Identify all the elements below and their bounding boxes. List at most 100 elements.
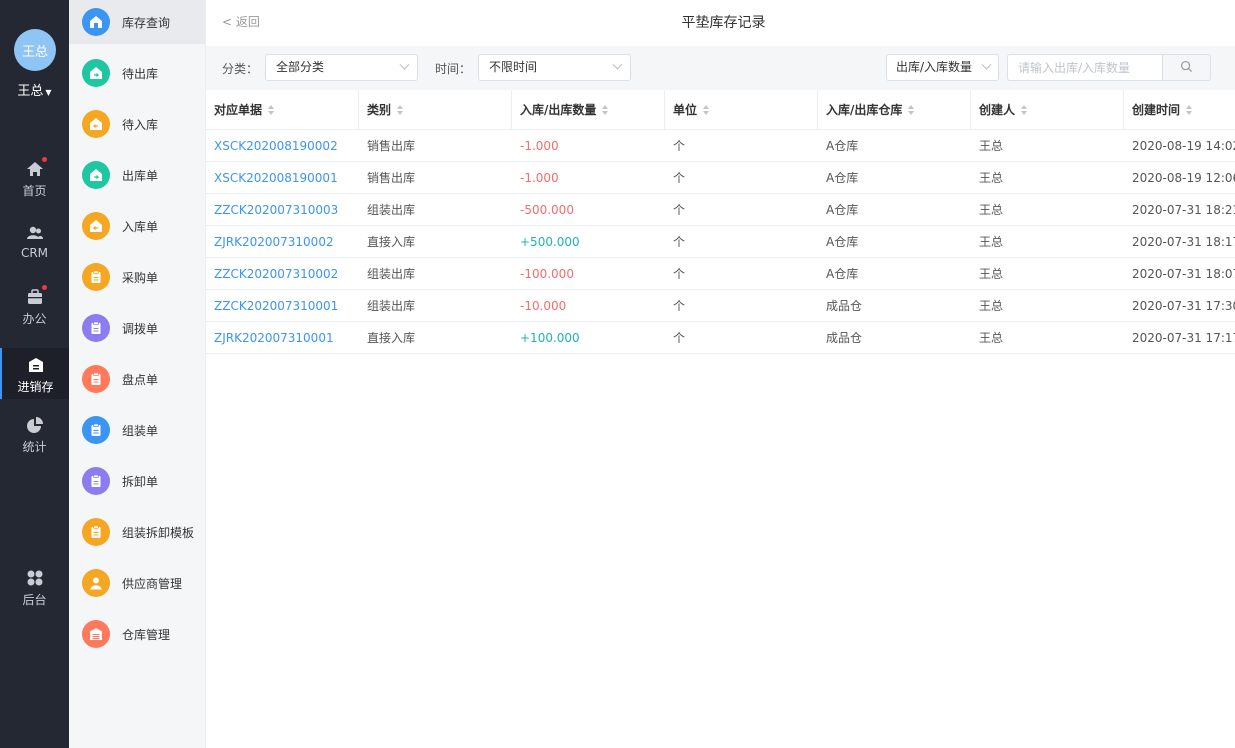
table-cell: 2020-07-31 18:07:	[1132, 266, 1235, 281]
menu-item[interactable]: 待入库	[69, 102, 205, 146]
sort-icon[interactable]	[602, 104, 609, 115]
menu-item[interactable]: 调拨单	[69, 306, 205, 350]
chevron-down-icon	[612, 59, 623, 70]
house-out-icon	[82, 161, 110, 189]
menu-item-label: 组装单	[122, 423, 159, 438]
table-cell: 组装出库	[367, 203, 416, 217]
table-cell: 销售出库	[367, 139, 416, 153]
menu-item-label: 仓库管理	[122, 627, 171, 642]
table-cell: A仓库	[826, 139, 859, 153]
table-cell: 组装出库	[367, 299, 416, 313]
menu-item[interactable]: 供应商管理	[69, 561, 205, 605]
house-in-icon	[82, 212, 110, 240]
category-select-value: 全部分类	[276, 60, 325, 74]
quantity-type-select[interactable]: 出库/入库数量	[886, 54, 999, 81]
document-link[interactable]: ZJRK202007310002	[206, 226, 359, 257]
quantity-search-input[interactable]	[1007, 54, 1162, 81]
table-row[interactable]: XSCK202008190002 销售出库 -1.000 个 A仓库 王总 2020-08-…	[206, 130, 1235, 162]
notification-dot	[41, 157, 47, 162]
page-title: 平垫库存记录	[681, 15, 766, 31]
rail-item-inventory[interactable]: 进销存	[0, 348, 69, 399]
table-cell: 个	[673, 299, 686, 313]
user-menu[interactable]: 王总 ▼	[0, 80, 69, 99]
table-cell: 个	[673, 267, 686, 281]
column-header[interactable]: 类别	[359, 90, 512, 129]
menu-item[interactable]: 拆卸单	[69, 459, 205, 503]
category-label: 分类：	[222, 62, 259, 76]
stock-record-table: 对应单据 类别 入库/出库数量 单位 入库/出库仓库 创建人 创建时间 XSCK202008…	[206, 90, 1235, 354]
table-cell: -500.000	[520, 202, 574, 217]
document-link[interactable]: XSCK202008190001	[206, 162, 359, 193]
document-link[interactable]: ZJRK202007310001	[206, 322, 359, 353]
table-row[interactable]: ZZCK202007310003 组装出库 -500.000 个 A仓库 王总 2020-0…	[206, 194, 1235, 226]
table-row[interactable]: XSCK202008190001 销售出库 -1.000 个 A仓库 王总 2020-08-…	[206, 162, 1235, 194]
menu-item[interactable]: 盘点单	[69, 357, 205, 401]
rail-label: 进销存	[17, 380, 54, 394]
table-cell: 个	[673, 139, 686, 153]
sort-icon[interactable]	[703, 104, 710, 115]
sort-icon[interactable]	[268, 104, 275, 115]
column-header-label: 类别	[367, 103, 392, 117]
menu-item[interactable]: 出库单	[69, 153, 205, 197]
category-select[interactable]: 全部分类	[265, 54, 418, 81]
clipboard-icon	[82, 467, 110, 495]
column-header[interactable]: 入库/出库仓库	[818, 90, 971, 129]
person-icon	[82, 569, 110, 597]
clipboard-icon	[82, 518, 110, 546]
rail-label: 统计	[22, 440, 47, 454]
column-header[interactable]: 对应单据	[206, 90, 359, 129]
sort-icon[interactable]	[908, 104, 915, 115]
rail-item-office[interactable]: 办公	[0, 285, 69, 340]
column-header-label: 单位	[673, 103, 698, 117]
clipboard-icon	[82, 416, 110, 444]
sort-icon[interactable]	[1021, 104, 1028, 115]
table-row[interactable]: ZJRK202007310001 直接入库 +100.000 个 成品仓 王总 2020-0…	[206, 322, 1235, 354]
house-icon	[82, 8, 110, 36]
user-name: 王总	[17, 84, 44, 99]
menu-item[interactable]: 库存查询	[69, 0, 205, 44]
menu-item[interactable]: 仓库管理	[69, 612, 205, 656]
avatar[interactable]: 王总	[14, 29, 56, 71]
menu-item[interactable]: 待出库	[69, 51, 205, 95]
menu-item-label: 出库单	[122, 168, 159, 183]
table-row[interactable]: ZZCK202007310002 组装出库 -100.000 个 A仓库 王总 2020-0…	[206, 258, 1235, 290]
table-cell: 2020-07-31 17:17:	[1132, 330, 1235, 345]
table-cell: 个	[673, 203, 686, 217]
table-row[interactable]: ZJRK202007310002 直接入库 +500.000 个 A仓库 王总 2020-0…	[206, 226, 1235, 258]
table-row[interactable]: ZZCK202007310001 组装出库 -10.000 个 成品仓 王总 2020-07…	[206, 290, 1235, 322]
sort-icon[interactable]	[397, 104, 404, 115]
column-header[interactable]: 创建时间	[1124, 90, 1235, 129]
table-cell: A仓库	[826, 235, 859, 249]
table-cell: -1.000	[520, 138, 559, 153]
menu-item[interactable]: 入库单	[69, 204, 205, 248]
menu-item[interactable]: 采购单	[69, 255, 205, 299]
table-cell: 王总	[979, 203, 1004, 217]
document-link[interactable]: ZZCK202007310001	[206, 290, 359, 321]
table-cell: 个	[673, 171, 686, 185]
column-header[interactable]: 单位	[665, 90, 818, 129]
briefcase-icon	[26, 285, 47, 306]
document-link[interactable]: ZZCK202007310003	[206, 194, 359, 225]
rail-item-crm[interactable]: CRM	[0, 224, 69, 276]
table-cell: -10.000	[520, 298, 567, 313]
table-header: 对应单据 类别 入库/出库数量 单位 入库/出库仓库 创建人 创建时间	[206, 90, 1235, 130]
table-cell: 王总	[979, 299, 1004, 313]
document-link[interactable]: ZZCK202007310002	[206, 258, 359, 289]
column-header[interactable]: 创建人	[971, 90, 1124, 129]
menu-item[interactable]: 组装单	[69, 408, 205, 452]
rail-item-home[interactable]: 首页	[0, 157, 69, 212]
table-cell: 王总	[979, 267, 1004, 281]
rail-item-admin[interactable]: 后台	[0, 569, 69, 621]
menu-item-label: 拆卸单	[122, 474, 159, 489]
rail-item-stats[interactable]: 统计	[0, 416, 69, 468]
search-button[interactable]	[1162, 54, 1211, 81]
warehouse-icon	[82, 620, 110, 648]
document-link[interactable]: XSCK202008190002	[206, 130, 359, 161]
menu-item[interactable]: 组装拆卸模板	[69, 510, 205, 554]
time-select[interactable]: 不限时间	[478, 54, 631, 81]
table-cell: 个	[673, 235, 686, 249]
rail-label: 办公	[22, 312, 47, 326]
sort-icon[interactable]	[1186, 104, 1193, 115]
column-header[interactable]: 入库/出库数量	[512, 90, 665, 129]
rail-label: 首页	[22, 184, 47, 198]
